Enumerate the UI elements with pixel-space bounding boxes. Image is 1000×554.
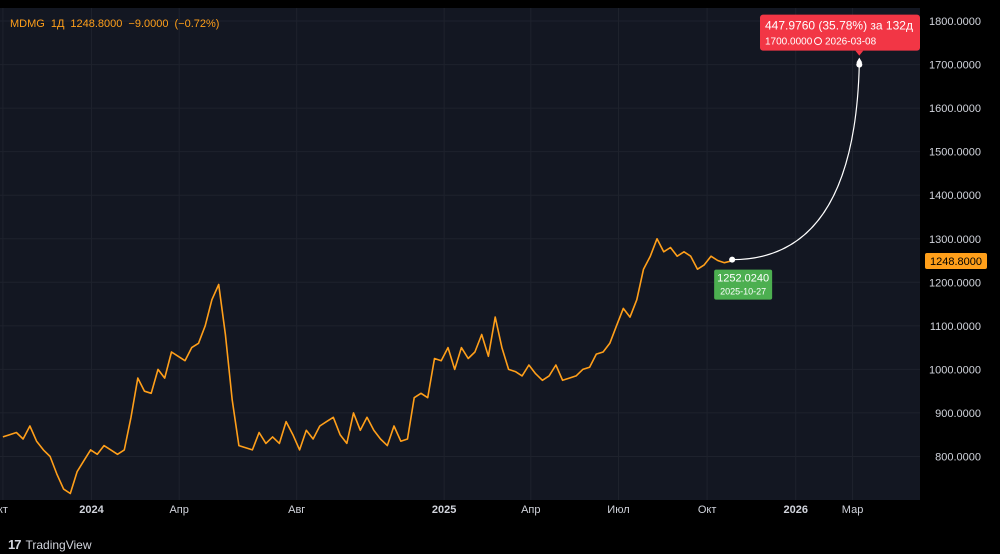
chart-frame: 800.0000 900.0000 1000.0000 1100.0000 1200.0… [0, 8, 1000, 554]
legend: MDMG 1Д 1248.8000 −9.0000 (−0.72%) [10, 18, 225, 30]
legend-last: 1248.8000 [70, 18, 123, 30]
brand-name: TradingView [25, 537, 92, 552]
target-price-label: 1700.0000 [765, 37, 813, 48]
y-tick-label: 1000.0000 [929, 364, 981, 376]
y-tick-label: 1600.0000 [929, 103, 981, 115]
x-axis[interactable]: кт 2024 Апр Авг 2025 Апр Июл Окт 2026 Мар [0, 504, 863, 516]
y-tick-label: 800.0000 [935, 451, 981, 463]
y-tick-label: 1800.0000 [929, 16, 981, 28]
x-tick-label: 2024 [79, 504, 104, 516]
x-tick-label: Окт [698, 504, 717, 516]
y-tick-label: 1200.0000 [929, 277, 981, 289]
y-tick-label: 900.0000 [935, 408, 981, 420]
start-price-label: 1252.0240 [717, 273, 769, 285]
legend-change: −9.0000 [128, 18, 169, 30]
legend-interval: 1Д [50, 18, 65, 30]
target-change-label: 447.9760 (35.78%) за 132д [765, 19, 913, 33]
x-tick-label: Авг [288, 504, 305, 516]
brand[interactable]: 17 TradingView [8, 537, 92, 552]
x-tick-label: кт [0, 504, 8, 516]
y-tick-label: 1700.0000 [929, 60, 981, 72]
last-price-label: 1248.8000 [930, 256, 982, 268]
target-date-label: 2026-03-08 [825, 37, 877, 48]
last-price-layer: 1248.8000 [925, 252, 987, 269]
x-tick-label: Мар [842, 504, 864, 516]
x-tick-label: Апр [169, 504, 188, 516]
projection-start-point[interactable] [729, 256, 736, 263]
tradingview-logo-icon: 17 [8, 537, 22, 552]
legend-change-pct: (−0.72%) [174, 18, 220, 30]
y-tick-label: 1400.0000 [929, 190, 981, 202]
y-tick-label: 1300.0000 [929, 234, 981, 246]
legend-symbol[interactable]: MDMG [10, 18, 45, 30]
x-tick-label: 2026 [783, 504, 807, 516]
x-tick-label: 2025 [432, 504, 456, 516]
price-chart[interactable]: 800.0000 900.0000 1000.0000 1100.0000 1200.0… [0, 8, 1000, 554]
start-date-label: 2025-10-27 [720, 287, 766, 297]
plot-area[interactable] [0, 8, 920, 500]
y-tick-label: 1500.0000 [929, 147, 981, 159]
y-axis[interactable]: 800.0000 900.0000 1000.0000 1100.0000 1200.0… [929, 16, 981, 463]
x-tick-label: Апр [521, 504, 540, 516]
y-tick-label: 1100.0000 [930, 321, 981, 333]
x-tick-label: Июл [607, 504, 629, 516]
